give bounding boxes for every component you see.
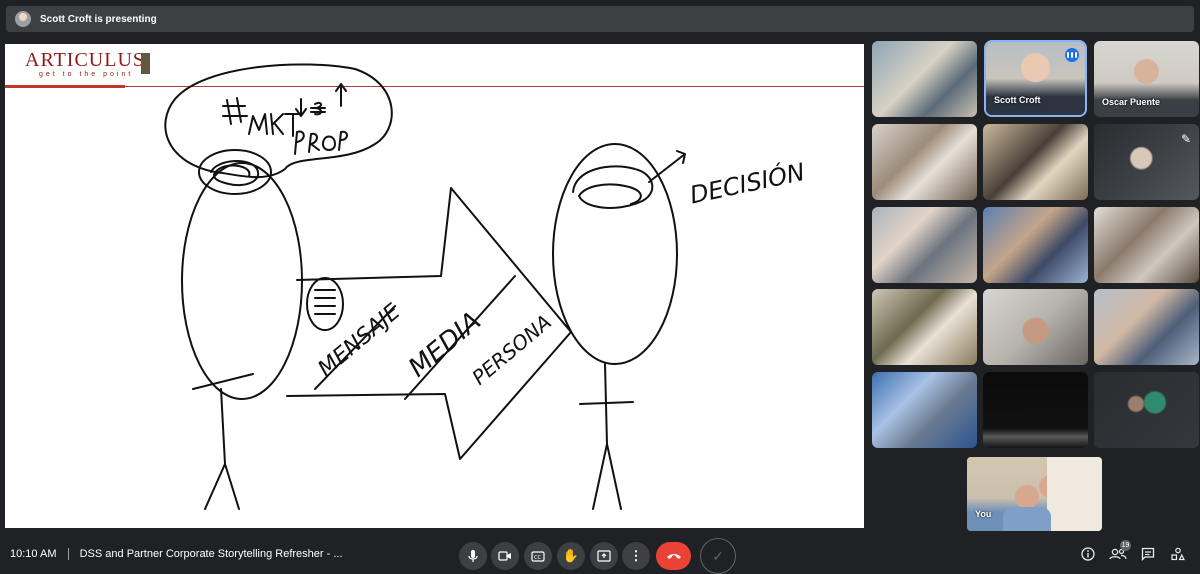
self-label: You <box>975 509 992 519</box>
captions-button[interactable]: CC <box>524 542 552 570</box>
more-options-button[interactable]: ⋮ <box>622 542 650 570</box>
present-button[interactable] <box>590 542 618 570</box>
present-screen-icon <box>597 550 611 562</box>
check-icon: ✓ <box>712 547 724 564</box>
camera-button[interactable] <box>491 542 519 570</box>
person-left-head <box>181 162 303 400</box>
bottom-control-bar: 10:10 AM DSS and Partner Corporate Story… <box>0 536 1200 574</box>
more-options-icon: ⋮ <box>629 548 643 563</box>
end-call-button[interactable] <box>656 542 691 570</box>
meeting-info: 10:10 AM DSS and Partner Corporate Story… <box>10 547 343 561</box>
svg-text:CC: CC <box>534 555 541 561</box>
participant-tile[interactable] <box>872 289 977 365</box>
participant-tile-scott[interactable]: Scott Croft <box>984 40 1087 117</box>
self-view-tile[interactable]: You <box>967 457 1102 531</box>
participant-tile[interactable] <box>872 124 977 200</box>
participant-name: Oscar Puente <box>1102 97 1161 107</box>
clock-time: 10:10 AM <box>10 547 57 560</box>
participant-tile[interactable] <box>983 207 1088 283</box>
participant-tile[interactable] <box>1094 289 1199 365</box>
participant-tile[interactable] <box>872 207 977 283</box>
presenter-avatar <box>15 11 31 27</box>
whiteboard-sketch: MENSAJE MEDIA PERSONA DECISIÓN <box>164 63 807 510</box>
pin-icon[interactable]: ✎ <box>1181 132 1191 146</box>
participant-tile[interactable] <box>983 124 1088 200</box>
microphone-icon <box>468 550 478 562</box>
presenting-banner: Scott Croft is presenting <box>6 6 1194 32</box>
participant-tile[interactable] <box>983 289 1088 365</box>
activities-button[interactable] <box>1168 544 1188 564</box>
participant-tile[interactable] <box>872 41 977 117</box>
participant-tile[interactable] <box>872 372 977 448</box>
raise-hand-button[interactable]: ✋ <box>557 542 585 570</box>
raise-hand-icon: ✋ <box>562 548 580 563</box>
people-count-badge: 19 <box>1120 540 1131 551</box>
participant-tile[interactable] <box>1094 372 1199 448</box>
participant-tile[interactable] <box>1094 207 1199 283</box>
microphone-button[interactable] <box>459 542 487 570</box>
shared-screen: ARTICULUS get to the point MENSAJE MEDIA… <box>5 44 864 528</box>
meeting-details-button[interactable] <box>1078 544 1098 564</box>
end-call-icon <box>666 554 681 559</box>
participant-name: Scott Croft <box>994 95 1041 105</box>
confirm-button[interactable]: ✓ <box>700 538 736 574</box>
camera-icon <box>498 551 511 561</box>
info-icon <box>1081 547 1095 561</box>
speaking-indicator-icon <box>1065 48 1079 62</box>
participant-tile[interactable] <box>983 372 1088 448</box>
separator <box>67 548 69 561</box>
chat-button[interactable] <box>1138 544 1158 564</box>
participant-tile[interactable]: ✎ <box>1094 124 1199 200</box>
chat-icon <box>1141 547 1155 561</box>
captions-icon: CC <box>531 550 545 562</box>
person-right-head <box>552 143 678 365</box>
presenting-text: Scott Croft is presenting <box>40 13 157 25</box>
activities-icon <box>1171 547 1185 561</box>
thought-bubble <box>164 63 393 179</box>
meeting-title: DSS and Partner Corporate Storytelling R… <box>79 547 343 560</box>
svg-text:DECISIÓN: DECISIÓN <box>687 156 807 210</box>
svg-text:MENSAJE: MENSAJE <box>314 299 406 382</box>
participant-tile-oscar[interactable]: Oscar Puente <box>1094 41 1199 117</box>
